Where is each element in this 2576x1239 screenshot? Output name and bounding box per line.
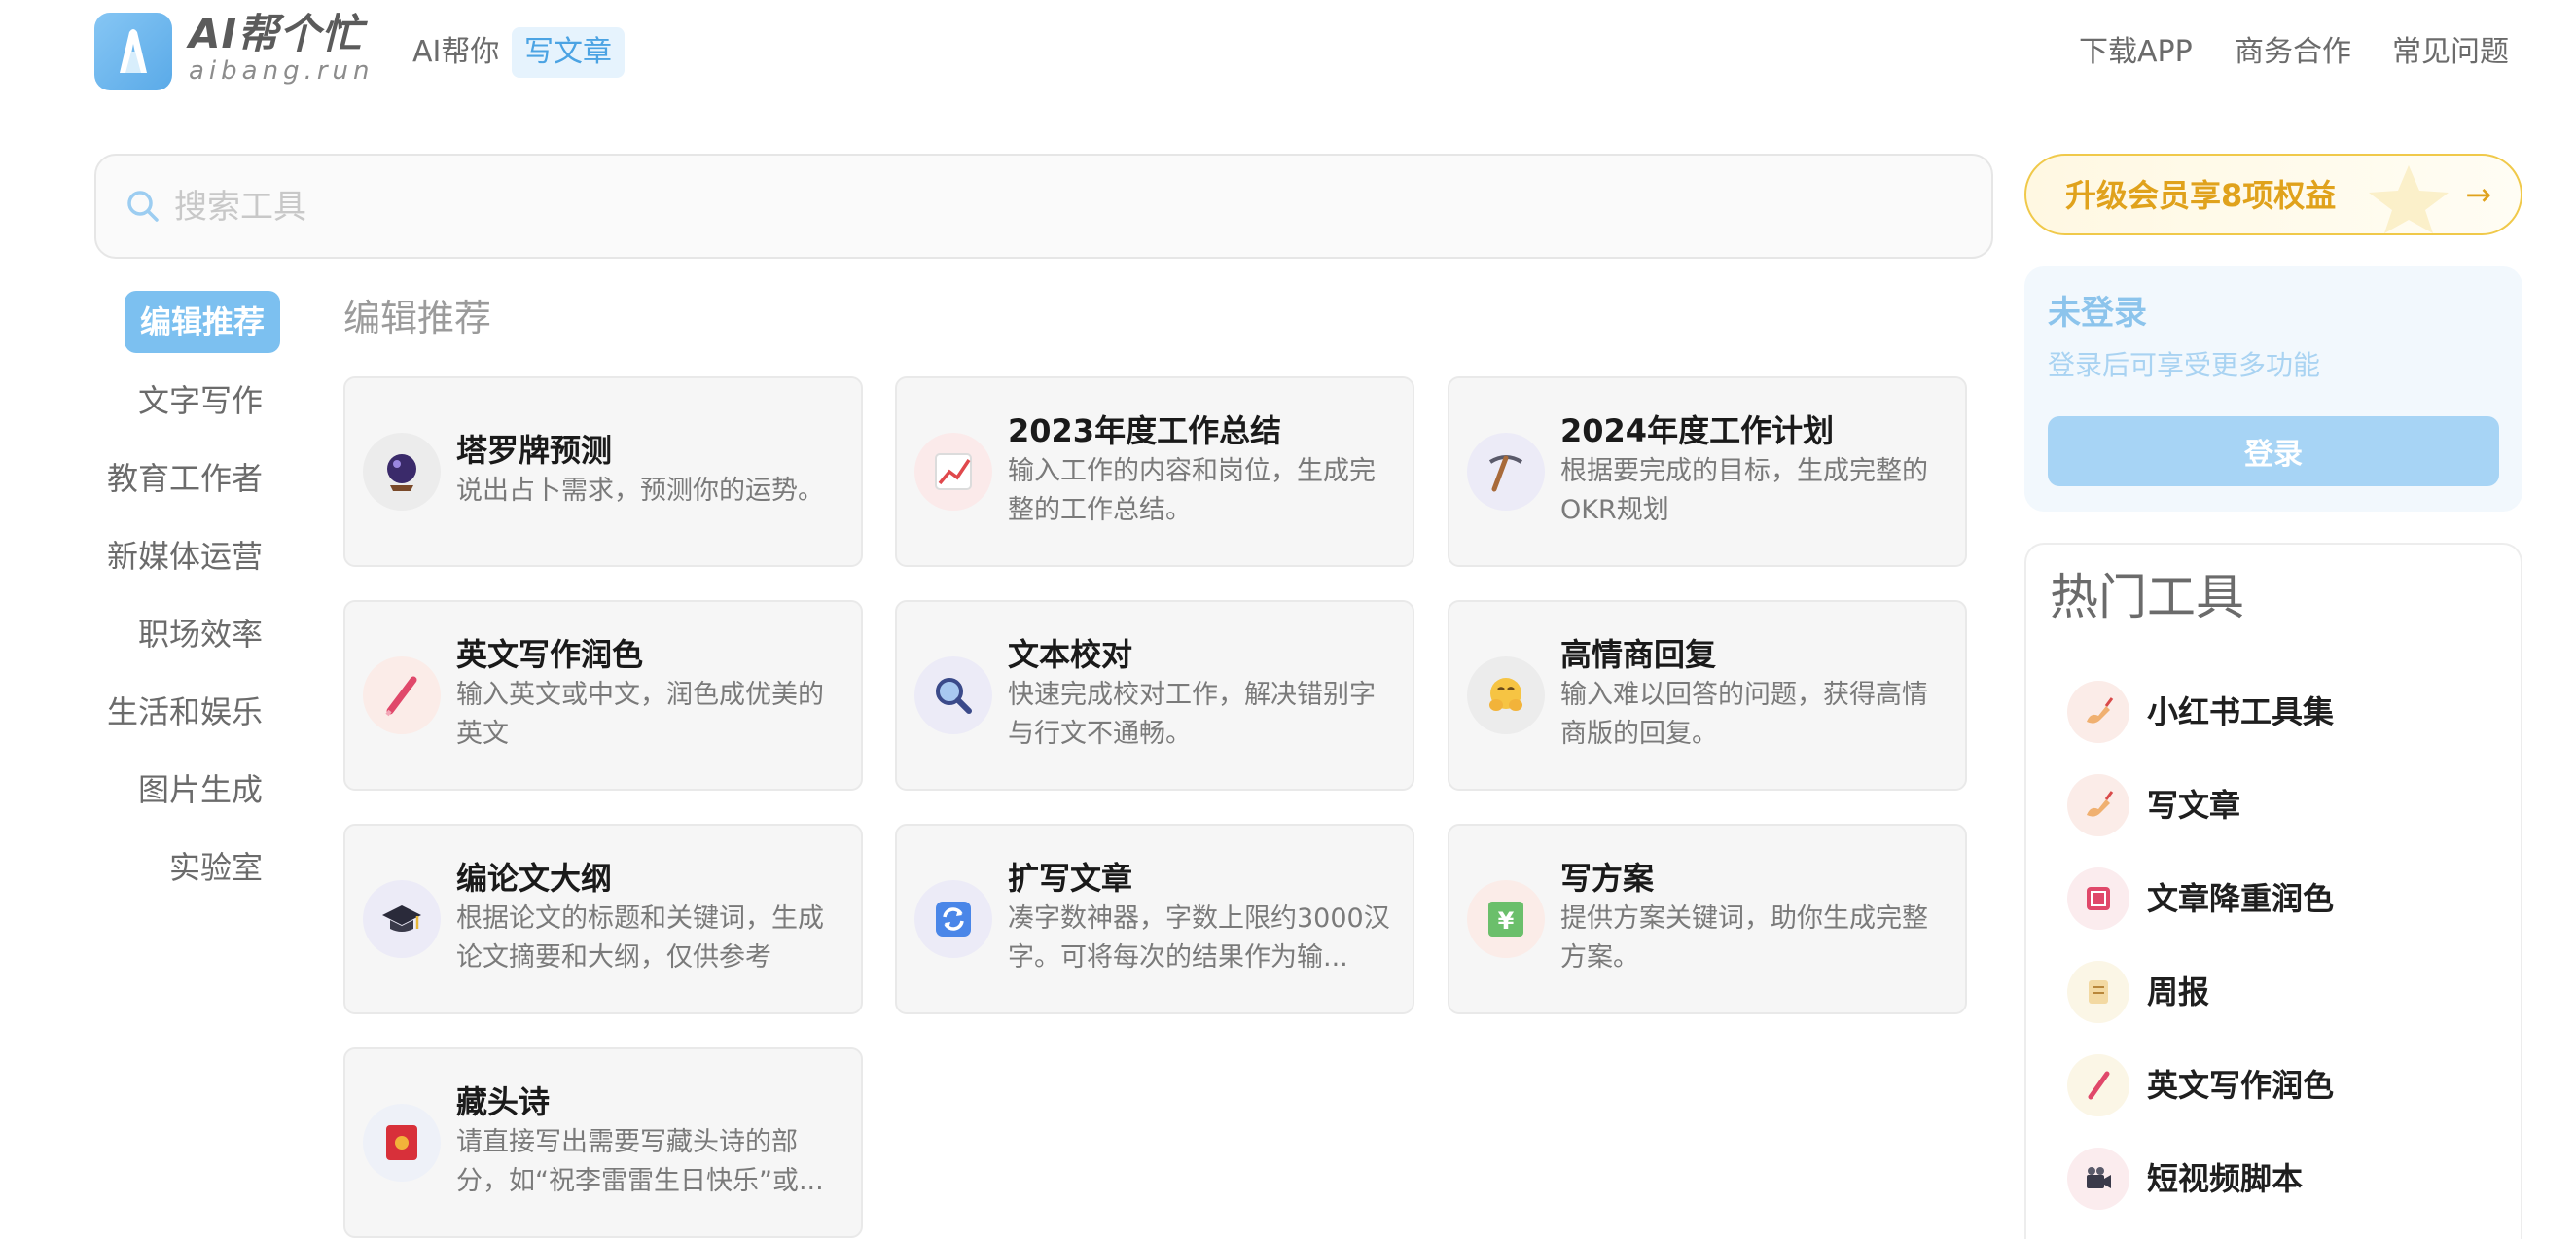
tool-card-thesis-outline[interactable]: 编论文大纲 根据论文的标题和关键词，生成论文摘要和大纲，仅供参考 xyxy=(343,824,863,1014)
hot-tool-label: 文章降重润色 xyxy=(2147,880,2335,917)
chart-increasing-icon xyxy=(914,433,992,511)
writing-hand-icon xyxy=(2067,681,2129,743)
card-description: 根据要完成的目标，生成完整的OKR规划 xyxy=(1560,456,1928,525)
card-title: 塔罗牌预测 xyxy=(456,432,613,469)
graduation-cap-icon xyxy=(363,880,441,958)
menu-item-editor-picks[interactable]: 编辑推荐 xyxy=(125,291,280,353)
red-square-icon xyxy=(2067,867,2129,930)
red-envelope-icon xyxy=(363,1104,441,1182)
yen-chart-icon: ¥ xyxy=(1467,880,1545,958)
tool-card-english-polish[interactable]: 英文写作润色 输入英文或中文，润色成优美的英文 xyxy=(343,600,863,791)
menu-item-life-entertainment[interactable]: 生活和娱乐 xyxy=(107,690,263,733)
upgrade-membership-button[interactable]: 升级会员享8项权益 → xyxy=(2024,154,2522,235)
menu-item-writing[interactable]: 文字写作 xyxy=(138,379,263,422)
movie-camera-icon xyxy=(2067,1148,2129,1210)
card-description: 根据论文的标题和关键词，生成论文摘要和大纲，仅供参考 xyxy=(456,903,824,973)
nav-write-article[interactable]: 写文章 xyxy=(512,27,625,78)
card-title: 藏头诗 xyxy=(456,1083,551,1120)
card-title: 文本校对 xyxy=(1008,636,1133,673)
card-title: 2023年度工作总结 xyxy=(1008,412,1282,449)
top-header: AI帮个忙 aibang.run AI帮你 写文章 下载APP 商务合作 常见问… xyxy=(0,0,2576,107)
download-app-link[interactable]: 下载APP xyxy=(2079,33,2193,72)
tool-card-proofread[interactable]: 文本校对 快速完成校对工作，解决错别字与行文不通畅。 xyxy=(895,600,1414,791)
card-title: 2024年度工作计划 xyxy=(1560,412,1835,449)
tool-card-2023-summary[interactable]: 2023年度工作总结 输入工作的内容和岗位，生成完整的工作总结。 xyxy=(895,376,1414,567)
hot-tool-label: 写文章 xyxy=(2147,787,2241,824)
arrow-right-icon: → xyxy=(2465,176,2491,213)
menu-item-lab[interactable]: 实验室 xyxy=(169,846,263,889)
hot-tool-label: 小红书工具集 xyxy=(2147,693,2335,730)
card-description: 请直接写出需要写藏头诗的部分，如“祝李雷雷生日快乐”或... xyxy=(456,1127,824,1196)
tool-card-expand-article[interactable]: 扩写文章 凑字数神器，字数上限约3000汉字。可将每次的结果作为输... xyxy=(895,824,1414,1014)
tool-card-tarot[interactable]: 塔罗牌预测 说出占卜需求，预测你的运势。 xyxy=(343,376,863,567)
business-link[interactable]: 商务合作 xyxy=(2235,33,2351,72)
section-title: 编辑推荐 xyxy=(343,297,492,339)
brand[interactable]: AI帮个忙 aibang.run xyxy=(189,10,375,87)
magnifier-icon xyxy=(914,656,992,734)
card-description: 输入难以回答的问题，获得高情商版的回复。 xyxy=(1560,680,1928,749)
hot-tool-label: 短视频脚本 xyxy=(2147,1160,2304,1197)
menu-item-educators[interactable]: 教育工作者 xyxy=(107,457,263,500)
tool-card-acrostic-poem[interactable]: 藏头诗 请直接写出需要写藏头诗的部分，如“祝李雷雷生日快乐”或... xyxy=(343,1047,863,1238)
faq-link[interactable]: 常见问题 xyxy=(2392,33,2509,72)
login-button[interactable]: 登录 xyxy=(2048,416,2499,486)
refresh-arrows-icon xyxy=(914,880,992,958)
crayon-icon xyxy=(2067,1054,2129,1116)
logo-icon[interactable] xyxy=(94,13,172,90)
upgrade-label: 升级会员享8项权益 xyxy=(2065,177,2337,214)
hot-tool-label: 周报 xyxy=(2147,974,2210,1010)
hot-tools-panel: 热门工具 小红书工具集 写文章 文章降重润色 周报 英文写作润色 短视频脚本 xyxy=(2024,543,2522,1239)
search-icon xyxy=(127,191,159,222)
card-title: 英文写作润色 xyxy=(456,636,644,673)
tool-card-2024-plan[interactable]: 2024年度工作计划 根据要完成的目标，生成完整的OKR规划 xyxy=(1448,376,1967,567)
crayon-icon xyxy=(363,656,441,734)
card-description: 输入英文或中文，润色成优美的英文 xyxy=(456,680,824,749)
pickaxe-icon xyxy=(1467,433,1545,511)
brand-title: AI帮个忙 xyxy=(189,10,364,57)
tool-card-high-eq-reply[interactable]: 高情商回复 输入难以回答的问题，获得高情商版的回复。 xyxy=(1448,600,1967,791)
menu-item-image-generation[interactable]: 图片生成 xyxy=(138,768,263,811)
card-description: 凑字数神器，字数上限约3000汉字。可将每次的结果作为输... xyxy=(1008,903,1390,973)
star-decoration-icon xyxy=(2369,165,2449,233)
card-title: 写方案 xyxy=(1560,860,1655,897)
smiling-face-hands-icon xyxy=(1467,656,1545,734)
menu-item-new-media[interactable]: 新媒体运营 xyxy=(107,535,263,578)
nav-ai-help[interactable]: AI帮你 xyxy=(412,33,499,72)
menu-item-workplace[interactable]: 职场效率 xyxy=(138,613,263,655)
login-card: 未登录 登录后可享受更多功能 登录 xyxy=(2024,266,2522,512)
card-description: 快速完成校对工作，解决错别字与行文不通畅。 xyxy=(1008,680,1376,749)
writing-hand-icon xyxy=(2067,774,2129,836)
scroll-icon xyxy=(2067,961,2129,1023)
card-description: 输入工作的内容和岗位，生成完整的工作总结。 xyxy=(1008,456,1376,525)
card-title: 高情商回复 xyxy=(1560,636,1717,673)
card-title: 编论文大纲 xyxy=(456,860,613,897)
card-description: 提供方案关键词，助你生成完整方案。 xyxy=(1560,903,1928,973)
crystal-ball-icon xyxy=(363,433,441,511)
login-status-title: 未登录 xyxy=(2048,294,2147,333)
hot-tool-label: 英文写作润色 xyxy=(2147,1067,2335,1104)
brand-subtitle: aibang.run xyxy=(189,56,375,86)
search-input[interactable] xyxy=(174,173,1925,241)
login-subtitle: 登录后可享受更多功能 xyxy=(2048,349,2321,381)
svg-text:¥: ¥ xyxy=(1498,907,1515,935)
hot-tools-title: 热门工具 xyxy=(2050,569,2244,625)
card-description: 说出占卜需求，预测你的运势。 xyxy=(456,476,824,506)
card-title: 扩写文章 xyxy=(1008,860,1133,897)
search-bar[interactable] xyxy=(94,154,1993,259)
tool-card-write-proposal[interactable]: ¥ 写方案 提供方案关键词，助你生成完整方案。 xyxy=(1448,824,1967,1014)
